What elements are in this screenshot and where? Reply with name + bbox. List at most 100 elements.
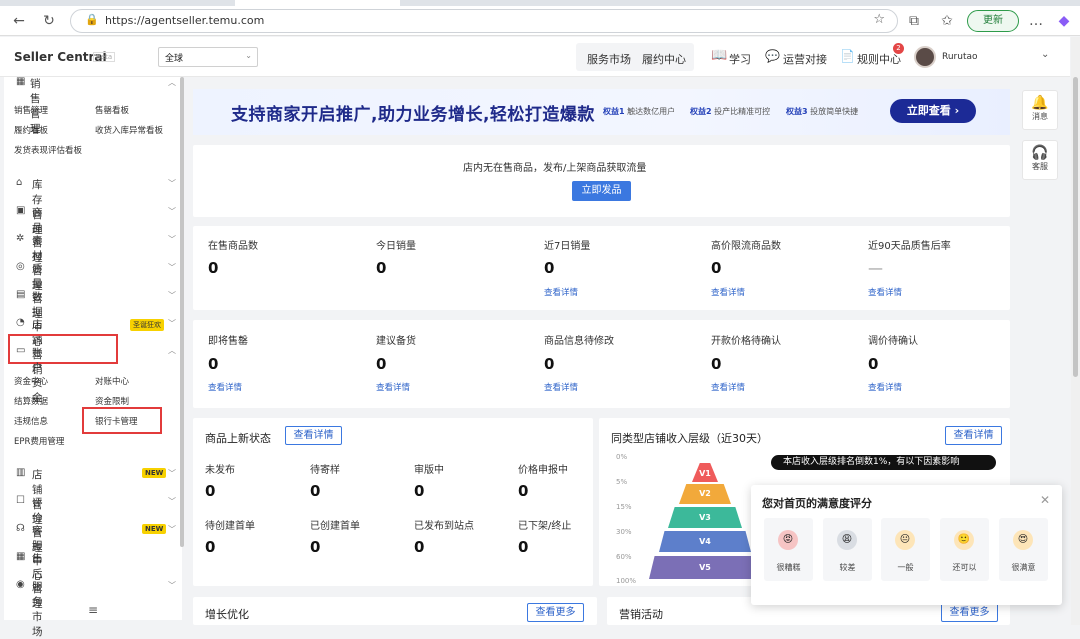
nav-service-market[interactable]: 服务市场 (587, 51, 631, 67)
rating-option-terrible[interactable]: 😡 很糟糕 (764, 518, 813, 581)
chevron-down-icon[interactable]: ﹀ (168, 580, 176, 591)
income-rank-tooltip: 本店收入层级排名倒数1%，有以下因素影响 (771, 455, 996, 470)
percent-label: 60% (616, 553, 632, 561)
chevron-down-icon[interactable]: ﹀ (168, 468, 176, 479)
sales-icon: ▦ (16, 76, 26, 87)
promo-banner[interactable]: 支持商家开启推广,助力业务增长,轻松打造爆款 权益1 触达数亿用户 权益2 投产… (193, 89, 1010, 135)
extensions-icon[interactable]: ⧉ (905, 12, 923, 30)
status-value: 0 (205, 538, 216, 556)
sidebar-scrollbar[interactable] (180, 77, 184, 547)
copilot-icon[interactable]: ◆ (1055, 12, 1073, 30)
rating-option-very-satisfied[interactable]: 😍 很满意 (999, 518, 1048, 581)
publish-product-button[interactable]: 立即发品 (572, 181, 631, 201)
avatar[interactable] (914, 46, 936, 68)
chevron-down-icon[interactable]: ﹀ (168, 496, 176, 507)
rating-option-average[interactable]: 😐 一般 (881, 518, 930, 581)
sidebar-item-violations[interactable]: 违规信息 (14, 415, 48, 427)
region-select[interactable]: 全球 ⌄ (158, 47, 258, 67)
nav-ops[interactable]: 运营对接 (783, 51, 827, 67)
quality-icon: ◎ (16, 261, 25, 272)
pyramid-level-v3: V3 (668, 507, 742, 528)
sidebar-item-fulfillment-board[interactable]: 履约看板 (14, 124, 48, 136)
sidebar-item-bank-card-management[interactable]: 银行卡管理 (95, 415, 138, 427)
marketing-more-button[interactable]: 查看更多 (941, 603, 998, 622)
collapse-sidebar-icon[interactable]: ≡ (88, 603, 98, 617)
banner-headline: 支持商家开启推广,助力业务增长,轻松打造爆款 (231, 105, 595, 125)
banner-perk-2: 权益2 投产比精准可控 (690, 107, 771, 116)
chevron-down-icon[interactable]: ﹀ (168, 178, 176, 189)
nav-rules-center[interactable]: 规则中心 (857, 51, 901, 67)
stats-card-1: 在售商品数 0 今日销量 0 近7日销量 0 查看详情 高价限流商品数 0 查看… (193, 226, 1010, 310)
rating-label: 还可以 (952, 563, 977, 572)
status-value: 0 (414, 482, 425, 500)
angry-face-icon: 😡 (778, 530, 798, 550)
material-icon: ✲ (16, 233, 25, 244)
rating-label: 较差 (839, 563, 856, 572)
percent-label: 0% (616, 453, 628, 461)
nav-learn[interactable]: 学习 (729, 51, 751, 67)
status-value: 0 (414, 538, 425, 556)
view-details-link[interactable]: 查看详情 (868, 286, 902, 298)
view-details-link[interactable]: 查看详情 (544, 381, 578, 393)
banner-view-now-button[interactable]: 立即查看 › (890, 99, 976, 123)
sidebar-item-shipping-performance-board[interactable]: 发货表现评估看板 (14, 144, 82, 156)
chevron-down-icon[interactable]: ﹀ (168, 290, 176, 301)
back-icon[interactable]: ← (10, 12, 28, 30)
stat-value: 0 (868, 355, 879, 373)
page-scrollbar-thumb[interactable] (1073, 77, 1078, 377)
view-details-link[interactable]: 查看详情 (711, 286, 745, 298)
sidebar-item-fund-center[interactable]: 资金中心 (14, 375, 48, 387)
stat-label: 调价待确认 (868, 336, 918, 347)
account-menu-chevron-icon[interactable]: ⌄ (1041, 49, 1049, 60)
rating-option-poor[interactable]: 😩 较差 (823, 518, 872, 581)
chevron-down-icon[interactable]: ﹀ (168, 524, 176, 535)
view-details-link[interactable]: 查看详情 (208, 381, 242, 393)
view-details-link[interactable]: 查看详情 (376, 381, 410, 393)
stat-value: 0 (544, 355, 555, 373)
favorites-icon[interactable]: ✩ (938, 12, 956, 30)
percent-label: 30% (616, 528, 632, 536)
username[interactable]: Rurutao (942, 52, 978, 62)
rating-option-okay[interactable]: 🙂 还可以 (940, 518, 989, 581)
sidebar-item-fund-limits[interactable]: 资金限制 (95, 395, 129, 407)
stat-value: 0 (711, 259, 722, 277)
customer-service-float-button[interactable]: 🎧 客服 (1022, 140, 1058, 180)
chevron-down-icon[interactable]: ﹀ (168, 206, 176, 217)
view-details-link[interactable]: 查看详情 (868, 381, 902, 393)
chevron-down-icon[interactable]: ﹀ (168, 234, 176, 245)
reload-icon[interactable]: ↻ (40, 12, 58, 30)
chevron-up-icon[interactable]: ︿ (168, 345, 176, 356)
stat-label: 即将售罄 (208, 336, 248, 347)
browser-toolbar: ← ↻ 🔒 https://agentseller.temu.com ☆ ⧉ ✩… (0, 6, 1080, 36)
browser-update-button[interactable]: 更新 (967, 10, 1019, 32)
sidebar-item-epr-fees[interactable]: EPR费用管理 (14, 435, 64, 447)
sidebar-item-reconciliation[interactable]: 对账中心 (95, 375, 129, 387)
address-bar[interactable]: 🔒 https://agentseller.temu.com ☆ (70, 9, 898, 33)
new-status-details-button[interactable]: 查看详情 (285, 426, 342, 445)
sidebar-item-sales-management[interactable]: 销售管理 (14, 104, 48, 116)
growth-more-button[interactable]: 查看更多 (527, 603, 584, 622)
sidebar-item-settlement-data[interactable]: 结算数据 (14, 395, 48, 407)
nav-fulfillment-center[interactable]: 履约中心 (642, 51, 686, 67)
stat-value: 0 (208, 355, 219, 373)
status-label: 未发布 (205, 465, 235, 476)
chevron-down-icon[interactable]: ﹀ (168, 262, 176, 273)
chevron-up-icon[interactable]: ︿ (168, 77, 176, 88)
more-menu-icon[interactable]: … (1027, 12, 1045, 30)
chevron-down-icon[interactable]: ﹀ (168, 318, 176, 329)
income-level-details-button[interactable]: 查看详情 (945, 426, 1002, 445)
status-label: 价格申报中 (518, 465, 568, 476)
page-scrollbar[interactable] (1071, 37, 1080, 625)
sidebar-item-receiving-exception-board[interactable]: 收货入库异常看板 (95, 124, 163, 136)
view-details-link[interactable]: 查看详情 (711, 381, 745, 393)
stat-label: 建议备货 (376, 336, 416, 347)
status-value: 0 (518, 538, 529, 556)
close-icon[interactable]: ✕ (1040, 493, 1050, 507)
favorite-star-icon[interactable]: ☆ (873, 12, 885, 27)
chat-icon: 💬 (765, 49, 780, 63)
site-info-icon[interactable]: 🔒 (85, 13, 99, 26)
messages-float-button[interactable]: 🔔 消息 (1022, 90, 1058, 130)
growth-title: 增长优化 (205, 608, 249, 621)
view-details-link[interactable]: 查看详情 (544, 286, 578, 298)
sidebar-item-soldout-board[interactable]: 售罄看板 (95, 104, 129, 116)
